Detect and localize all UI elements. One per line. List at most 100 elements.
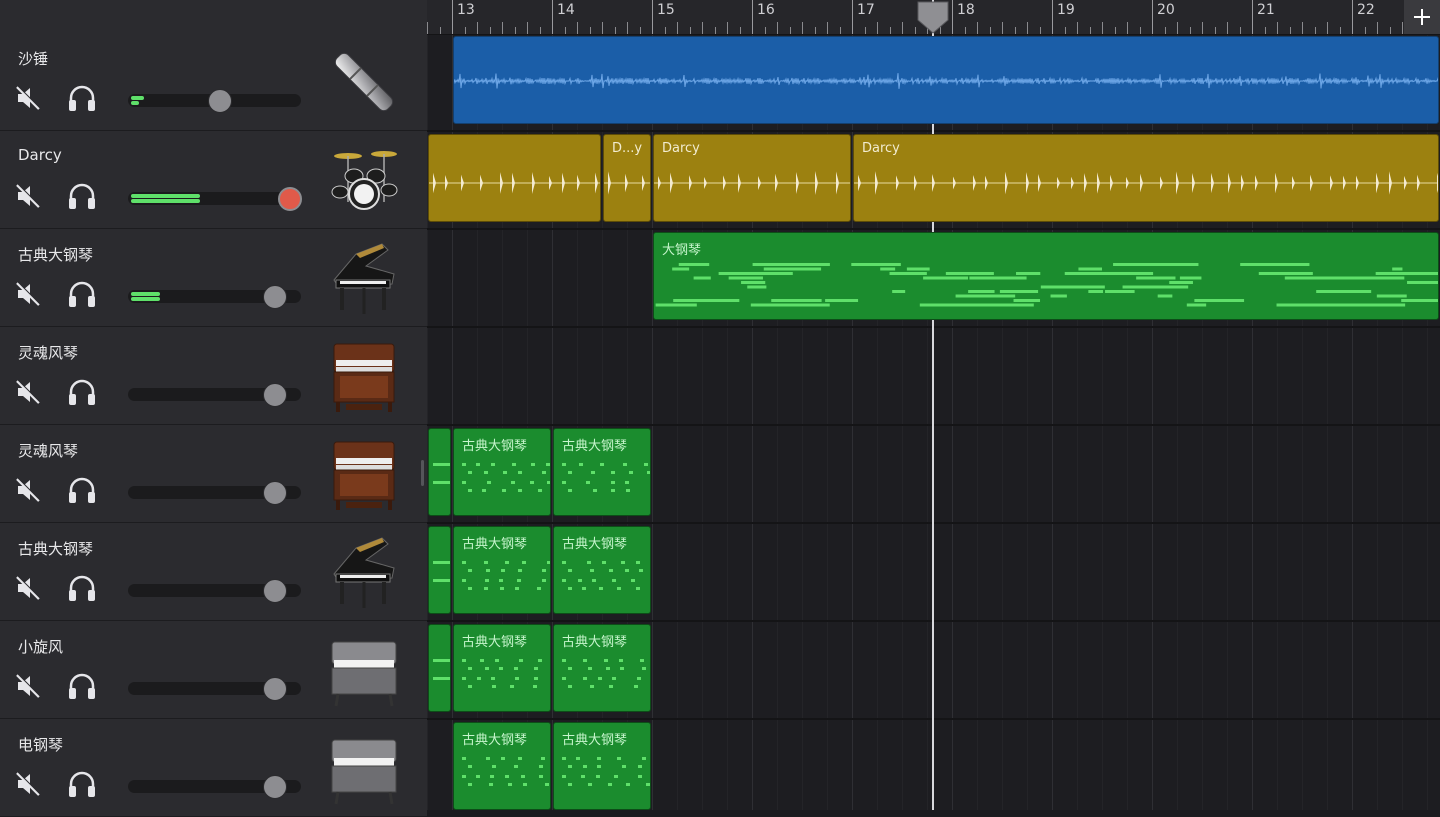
ruler-tick [1252,0,1253,34]
audio-region[interactable] [428,134,601,222]
region-label: 古典大钢琴 [562,537,628,552]
ruler-tick [1277,22,1278,34]
volume-slider[interactable] [128,89,301,113]
midi-notes [655,263,1438,307]
midi-region[interactable]: 古典大钢琴 [453,428,551,516]
midi-region[interactable]: 古典大钢琴 [453,722,551,810]
region-label: 古典大钢琴 [462,537,528,552]
mute-button[interactable] [14,770,42,798]
ruler-tick [627,22,628,34]
midi-region[interactable]: 古典大钢琴 [453,624,551,712]
solo-button[interactable] [67,84,97,112]
volume-knob[interactable] [263,383,287,407]
bar-number: 19 [1057,2,1075,18]
add-section-button[interactable] [1404,0,1440,34]
grand-piano-icon[interactable] [326,534,402,610]
mute-button[interactable] [14,378,42,406]
track-header[interactable]: Darcy [0,132,427,229]
panel-resize-handle[interactable] [421,460,424,486]
volume-slider[interactable] [128,285,301,309]
track-header[interactable]: 沙锤 [0,34,427,131]
mute-button[interactable] [14,672,42,700]
volume-knob[interactable] [263,285,287,309]
bar-number: 13 [457,2,475,18]
track-headers-panel: 沙锤 Darcy 古典大钢琴 灵魂风琴 灵魂风琴 古典大钢琴 小旋风 电钢琴 [0,0,427,817]
ruler-tick [1189,27,1191,34]
midi-region[interactable] [428,428,451,516]
mute-button[interactable] [14,182,42,210]
midi-region[interactable]: 古典大钢琴 [553,624,651,712]
solo-button[interactable] [67,476,97,504]
ruler-tick [1202,22,1203,34]
region-label: 古典大钢琴 [462,439,528,454]
ruler-tick [689,27,691,34]
volume-knob[interactable] [263,481,287,505]
mute-button[interactable] [14,84,42,112]
solo-button[interactable] [67,378,97,406]
solo-button[interactable] [67,182,97,210]
volume-slider[interactable] [128,481,301,505]
solo-button[interactable] [67,672,97,700]
midi-region[interactable]: 大钢琴 [653,232,1439,320]
mute-button[interactable] [14,280,42,308]
ruler-tick [1339,27,1341,34]
ruler-tick [839,27,841,34]
volume-knob[interactable] [263,677,287,701]
timeline-area[interactable]: 13 14 15 16 17 18 19 20 21 22 D...y Darcy Darcy 大钢琴古… [427,0,1440,810]
bar-number: 21 [1257,2,1275,18]
solo-button[interactable] [67,770,97,798]
midi-region[interactable]: 古典大钢琴 [553,526,651,614]
shaker-icon[interactable] [326,44,402,120]
ruler-tick [1052,0,1053,34]
ruler-tick [739,27,741,34]
ruler-tick [452,0,453,34]
midi-region[interactable]: 古典大钢琴 [553,722,651,810]
track-header[interactable]: 小旋风 [0,622,427,719]
audio-region[interactable]: Darcy [653,134,851,222]
midi-region[interactable]: 古典大钢琴 [553,428,651,516]
ruler-tick [977,22,978,34]
volume-knob[interactable] [263,775,287,799]
midi-region[interactable]: 古典大钢琴 [453,526,551,614]
volume-slider[interactable] [128,677,301,701]
track-headers-top-bar [0,0,427,35]
organ-icon[interactable] [326,436,402,512]
electric-piano-icon[interactable] [326,632,402,708]
ruler-tick [902,22,903,34]
track-header[interactable]: 电钢琴 [0,720,427,817]
ruler-tick [1027,22,1028,34]
volume-knob[interactable] [208,89,232,113]
volume-slider[interactable] [128,383,301,407]
solo-button[interactable] [67,280,97,308]
plus-icon [1414,9,1430,25]
audio-region[interactable]: D...y [603,134,651,222]
volume-slider[interactable] [128,579,301,603]
ruler-tick [1064,27,1066,34]
track-header[interactable]: 古典大钢琴 [0,230,427,327]
organ-icon[interactable] [326,338,402,414]
midi-region[interactable] [428,624,451,712]
midi-region[interactable] [428,526,451,614]
mute-button[interactable] [14,574,42,602]
drum-kit-icon[interactable] [326,142,402,218]
track-header[interactable]: 灵魂风琴 [0,328,427,425]
audio-region[interactable]: Darcy [853,134,1439,222]
track-header[interactable]: 灵魂风琴 [0,426,427,523]
volume-slider[interactable] [128,775,301,799]
track-header[interactable]: 古典大钢琴 [0,524,427,621]
audio-region[interactable] [453,36,1439,124]
ruler-tick [589,27,591,34]
ruler-tick [1364,27,1366,34]
solo-button[interactable] [67,574,97,602]
electric-piano-icon[interactable] [326,730,402,806]
midi-notes [433,659,450,680]
ruler-tick [439,27,441,34]
volume-knob[interactable] [263,579,287,603]
volume-knob[interactable] [278,187,302,211]
mute-button[interactable] [14,476,42,504]
volume-slider[interactable] [128,187,302,211]
ruler-tick [1014,27,1016,34]
playhead-handle[interactable] [916,0,950,34]
speaker-muted-icon [14,770,42,798]
grand-piano-icon[interactable] [326,240,402,316]
